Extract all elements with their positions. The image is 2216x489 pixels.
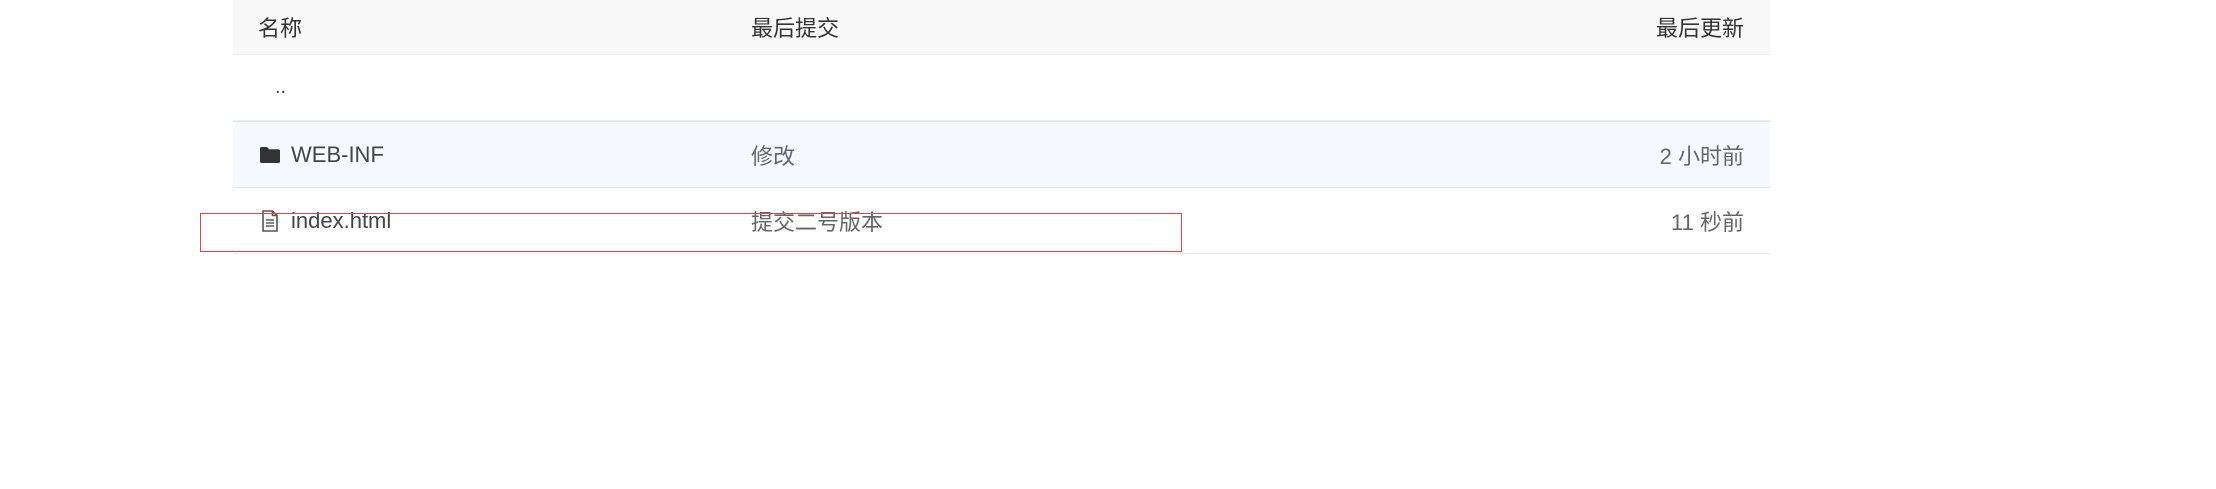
file-table: 名称 最后提交 最后更新 .. WEB-INF 修改 2 小时前 index.h… [233, 0, 1770, 254]
last-commit-message[interactable]: 修改 [751, 122, 795, 187]
folder-icon [259, 144, 281, 166]
file-text-icon [259, 209, 281, 232]
table-row-parent[interactable]: .. [233, 55, 1770, 121]
file-name-cell[interactable]: index.html [259, 188, 391, 253]
file-name-cell[interactable]: WEB-INF [259, 122, 384, 187]
parent-directory-link[interactable]: .. [275, 55, 286, 120]
last-updated-time: 2 小时前 [1659, 143, 1744, 169]
column-header-name[interactable]: 名称 [258, 0, 302, 54]
file-name-link[interactable]: index.html [291, 208, 391, 234]
last-commit-message[interactable]: 提交二号版本 [751, 188, 883, 253]
last-updated-time: 11 秒前 [1671, 209, 1744, 235]
table-row-index-html[interactable]: index.html 提交二号版本 11 秒前 [233, 188, 1770, 254]
table-row-web-inf[interactable]: WEB-INF 修改 2 小时前 [233, 121, 1770, 188]
column-header-last-updated[interactable]: 最后更新 [1656, 0, 1744, 54]
file-name-link[interactable]: WEB-INF [291, 142, 384, 168]
table-header: 名称 最后提交 最后更新 [233, 0, 1770, 55]
column-header-last-commit[interactable]: 最后提交 [751, 0, 839, 54]
